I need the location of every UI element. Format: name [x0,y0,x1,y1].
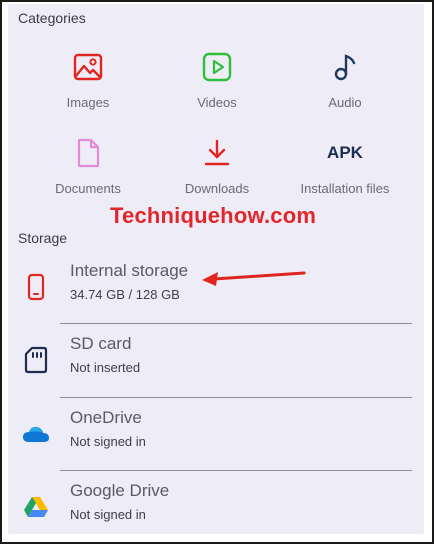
storage-item-title: OneDrive [70,408,142,427]
category-label: Installation files [300,181,390,196]
phone-icon [20,251,52,323]
category-label: Audio [328,95,362,110]
storage-heading: Storage [18,230,68,246]
category-label: Images [66,95,110,110]
image-icon [68,47,108,87]
category-downloads[interactable]: Downloads [157,133,277,196]
categories-heading: Categories [18,10,86,26]
sd-card-icon [20,324,52,396]
category-installation-files[interactable]: APK Installation files [285,133,405,196]
category-images[interactable]: Images [28,47,148,110]
onedrive-icon [20,398,52,470]
storage-item-subtitle: Not signed in [70,507,146,522]
storage-item-subtitle: 34.74 GB / 128 GB [70,287,180,302]
category-audio[interactable]: Audio [285,47,405,110]
category-label: Videos [197,95,237,110]
storage-item-subtitle: Not signed in [70,434,146,449]
category-videos[interactable]: Videos [157,47,277,110]
google-drive-icon [20,471,52,543]
storage-item-sd-card[interactable]: SD card Not inserted [8,324,424,396]
storage-item-title: Internal storage [70,261,189,280]
category-label: Downloads [184,181,250,196]
music-note-icon [325,47,365,87]
document-icon [68,133,108,173]
apk-icon: APK [325,133,365,173]
category-label: Documents [55,181,121,196]
storage-item-google-drive[interactable]: Google Drive Not signed in [8,471,424,543]
storage-item-title: SD card [70,334,132,353]
download-icon [197,133,237,173]
storage-item-subtitle: Not inserted [70,360,141,375]
storage-item-title: Google Drive [70,481,170,500]
annotation-arrow [200,266,310,295]
category-documents[interactable]: Documents [28,133,148,196]
video-icon [197,47,237,87]
apk-icon-text: APK [327,143,363,162]
storage-item-onedrive[interactable]: OneDrive Not signed in [8,398,424,470]
watermark-text: Techniquehow.com [110,203,317,228]
